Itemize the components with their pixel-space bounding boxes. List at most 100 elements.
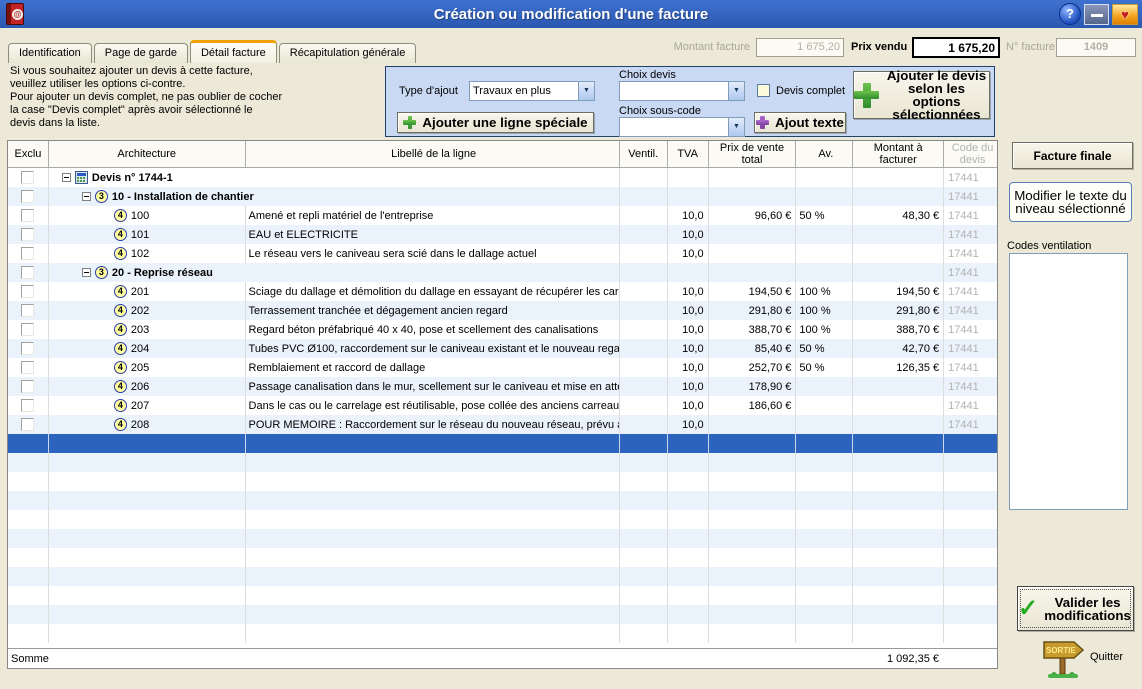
exclu-checkbox[interactable] — [21, 342, 34, 355]
column-header-code[interactable]: Code du devis — [944, 141, 997, 168]
type-ajout-select[interactable]: Travaux en plus ▼ — [469, 81, 595, 101]
table-row[interactable]: 4202Terrassement tranchée et dégagement … — [8, 301, 997, 320]
table-row[interactable]: 4101EAU et ELECTRICITE10,017441 — [8, 225, 997, 244]
exclu-checkbox[interactable] — [21, 285, 34, 298]
facture-finale-button[interactable]: Facture finale — [1012, 142, 1133, 169]
column-header-lib[interactable]: Libellé de la ligne — [246, 141, 620, 168]
choix-devis-select[interactable]: ▼ — [619, 81, 745, 101]
table-row-empty[interactable] — [8, 548, 997, 567]
table-row-empty[interactable] — [8, 605, 997, 624]
table-header: ExcluArchitectureLibellé de la ligneVent… — [8, 141, 997, 168]
exclu-checkbox[interactable] — [21, 171, 34, 184]
exclu-checkbox[interactable] — [21, 399, 34, 412]
devis-complet-checkbox[interactable] — [757, 84, 770, 97]
table-row[interactable]: 4206Passage canalisation dans le mur, sc… — [8, 377, 997, 396]
quitter-label[interactable]: Quitter — [1090, 651, 1123, 663]
table-row[interactable]: 310 - Installation de chantier 17441 — [8, 187, 997, 206]
exclu-checkbox[interactable] — [21, 380, 34, 393]
exclu-checkbox[interactable] — [21, 247, 34, 260]
table-row[interactable]: 4207Dans le cas ou le carrelage est réut… — [8, 396, 997, 415]
modifier-texte-button[interactable]: Modifier le texte du niveau sélectionné — [1009, 182, 1132, 222]
add-special-line-button[interactable]: Ajouter une ligne spéciale — [397, 112, 594, 133]
line-number: 207 — [131, 400, 149, 412]
table-row-empty[interactable] — [8, 453, 997, 472]
exclu-checkbox[interactable] — [21, 304, 34, 317]
table-row-empty[interactable] — [8, 472, 997, 491]
sortie-sign-icon[interactable]: SORTIE — [1040, 636, 1086, 685]
libelle-cell: Sciage du dallage et démolition du dalla… — [246, 282, 620, 301]
column-header-ventil[interactable]: Ventil. — [620, 141, 668, 168]
column-header-av[interactable]: Av. — [796, 141, 853, 168]
tab-detail-facture[interactable]: Détail facture — [190, 40, 277, 63]
column-header-mont[interactable]: Montant à facturer — [853, 141, 944, 168]
table-row[interactable]: Devis n° 1744-117441 — [8, 168, 997, 187]
codes-ventilation-list[interactable] — [1009, 253, 1128, 510]
code-devis-cell — [944, 605, 997, 624]
collapse-icon[interactable] — [82, 268, 91, 277]
exclu-cell — [8, 301, 49, 320]
table-row[interactable]: 4204Tubes PVC Ø100, raccordement sur le … — [8, 339, 997, 358]
montant-cell: 42,70 € — [853, 339, 944, 358]
tab-recapitulation[interactable]: Récapitulation générale — [279, 43, 417, 63]
prix-vendu-label: Prix vendu — [851, 41, 907, 53]
tab-page-de-garde[interactable]: Page de garde — [94, 43, 188, 63]
table-row-empty[interactable] — [8, 510, 997, 529]
architecture-cell: 310 - Installation de chantier — [49, 187, 620, 206]
tva-cell: 10,0 — [668, 339, 709, 358]
prix-cell: 291,80 € — [709, 301, 797, 320]
exclu-checkbox[interactable] — [21, 190, 34, 203]
line-number: 208 — [131, 419, 149, 431]
choix-sous-code-select[interactable]: ▼ — [619, 117, 745, 137]
table-row-empty[interactable] — [8, 624, 997, 643]
table-row-empty[interactable] — [8, 586, 997, 605]
exclu-checkbox[interactable] — [21, 228, 34, 241]
code-devis-cell: 17441 — [944, 168, 997, 187]
collapse-icon[interactable] — [82, 192, 91, 201]
table-row-selected[interactable] — [8, 434, 997, 453]
exclu-checkbox[interactable] — [21, 418, 34, 431]
tva-cell: 10,0 — [668, 415, 709, 434]
help-button[interactable]: ? — [1059, 3, 1081, 25]
column-header-arch[interactable]: Architecture — [49, 141, 246, 168]
table-row[interactable]: 4203Regard béton préfabriqué 40 x 40, po… — [8, 320, 997, 339]
montant-cell — [853, 396, 944, 415]
code-devis-cell: 17441 — [944, 187, 997, 206]
valider-button[interactable]: ✓ Valider les modifications — [1017, 586, 1134, 631]
chevron-down-icon[interactable]: ▼ — [728, 82, 744, 100]
prix-cell — [709, 510, 797, 529]
exclu-checkbox[interactable] — [21, 323, 34, 336]
chevron-down-icon[interactable]: ▼ — [578, 82, 594, 100]
collapse-icon[interactable] — [62, 173, 71, 182]
architecture-cell: 4203 — [49, 320, 246, 339]
exclu-checkbox[interactable] — [21, 209, 34, 222]
type-ajout-label: Type d'ajout — [399, 85, 458, 97]
column-header-tva[interactable]: TVA — [668, 141, 709, 168]
table-row[interactable]: 320 - Reprise réseau17441 — [8, 263, 997, 282]
tab-identification[interactable]: Identification — [8, 43, 92, 63]
libelle-cell: POUR MEMOIRE : Raccordement sur le résea… — [246, 415, 620, 434]
chevron-down-icon[interactable]: ▼ — [728, 118, 744, 136]
table-row-empty[interactable] — [8, 529, 997, 548]
architecture-cell: 4100 — [49, 206, 246, 225]
add-text-button[interactable]: Ajout texte — [754, 112, 846, 133]
table-row[interactable]: 4205Remblaiement et raccord de dallage10… — [8, 358, 997, 377]
column-header-prix[interactable]: Prix de vente total — [709, 141, 797, 168]
table-row[interactable]: 4201Sciage du dallage et démolition du d… — [8, 282, 997, 301]
close-button[interactable]: ♥ — [1112, 4, 1138, 25]
exclu-cell — [8, 320, 49, 339]
architecture-cell: 4201 — [49, 282, 246, 301]
prix-vendu-field[interactable]: 1 675,20 — [912, 37, 1000, 58]
add-devis-button[interactable]: Ajouter le devis selon les options sélec… — [853, 71, 990, 119]
exclu-checkbox[interactable] — [21, 361, 34, 374]
column-header-exclu[interactable]: Exclu — [8, 141, 49, 168]
table-row-empty[interactable] — [8, 567, 997, 586]
exclu-checkbox[interactable] — [21, 266, 34, 279]
table-row-empty[interactable] — [8, 491, 997, 510]
minimize-button[interactable] — [1084, 4, 1109, 25]
exclu-cell — [8, 377, 49, 396]
table-row[interactable]: 4100Amené et repli matériel de l'entrepr… — [8, 206, 997, 225]
table-row[interactable]: 4102Le réseau vers le caniveau sera scié… — [8, 244, 997, 263]
prix-cell — [709, 263, 797, 282]
level-4-icon: 4 — [114, 304, 127, 317]
table-row[interactable]: 4208POUR MEMOIRE : Raccordement sur le r… — [8, 415, 997, 434]
